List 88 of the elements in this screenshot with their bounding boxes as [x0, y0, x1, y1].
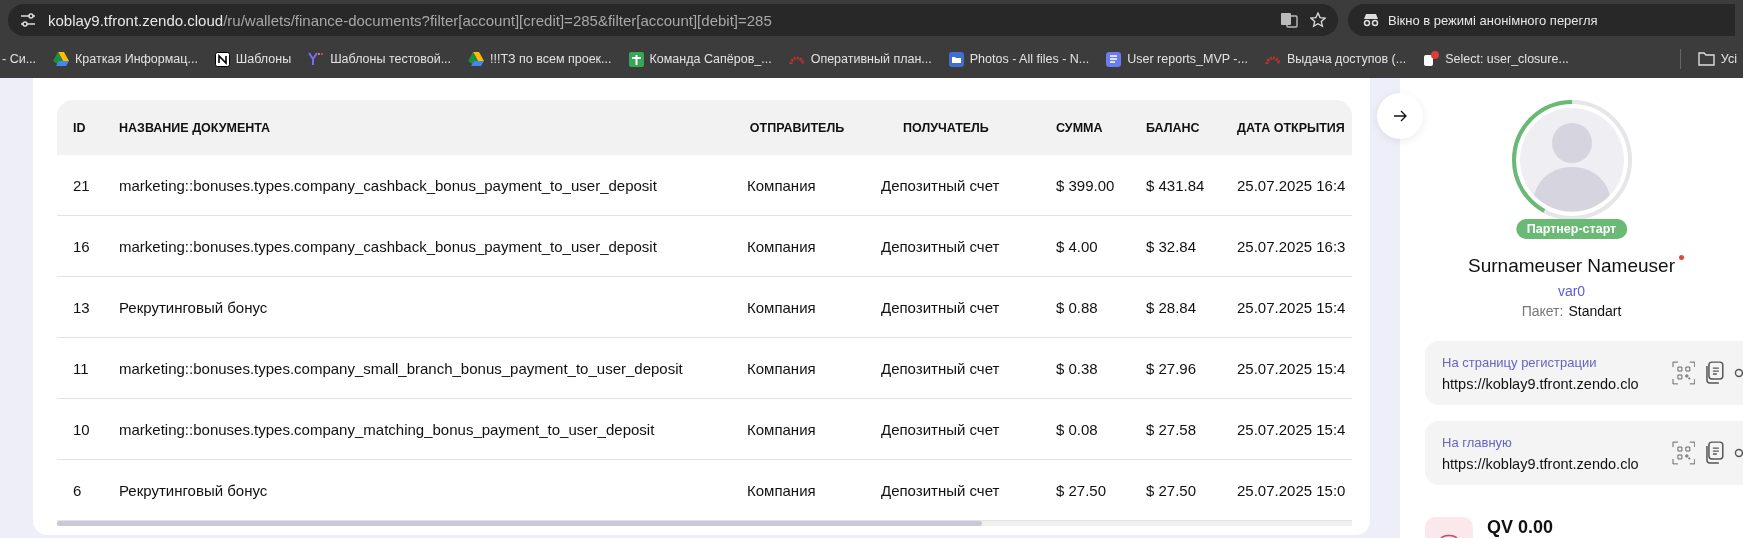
link-icon[interactable]	[1733, 368, 1743, 378]
table-cell: Депозитный счет	[867, 216, 1042, 277]
y-icon	[308, 52, 325, 66]
arrow-right-icon	[1393, 110, 1407, 122]
incognito-button[interactable]: Вікно в режимі анонімного перегля	[1348, 4, 1735, 36]
sheet-icon	[628, 51, 644, 67]
tune-icon[interactable]	[20, 13, 36, 27]
table-cell: 25.07.2025 15:4	[1224, 399, 1352, 460]
bookmark[interactable]: Шаблоны тестовой...	[308, 52, 452, 66]
table-cell: marketing::bonuses.types.company_cashback_bonus_payment_to_user_deposit	[107, 155, 727, 216]
link-icon[interactable]	[1733, 448, 1743, 458]
bookmark-folder[interactable]: Усі	[1697, 52, 1737, 66]
link-url: https://koblay9.tfront.zendo.clo	[1442, 375, 1640, 392]
table-cell: 25.07.2025 16:3	[1224, 216, 1352, 277]
link-label: На главную	[1442, 434, 1513, 450]
package-label: Пакет:	[1521, 303, 1564, 319]
column-header: БАЛАНС	[1132, 100, 1224, 155]
table-cell: 25.07.2025 15:4	[1224, 277, 1352, 338]
bookmark[interactable]: Команда Сапёров_...	[628, 51, 772, 67]
table-cell: $ 27.96	[1132, 338, 1224, 399]
table-cell: Рекрутинговый бонус	[107, 277, 727, 338]
incognito-icon	[1362, 13, 1380, 27]
table-cell: Депозитный счет	[867, 155, 1042, 216]
table-cell: $ 0.88	[1042, 277, 1132, 338]
table-cell: $ 4.00	[1042, 216, 1132, 277]
bookmark[interactable]: User reports_MVP -...	[1106, 51, 1248, 67]
table-cell: marketing::bonuses.types.company_cashback_bonus_payment_to_user_deposit	[107, 216, 727, 277]
rank-badge: Партнер-старт	[1515, 219, 1628, 239]
copy-icon[interactable]	[1703, 441, 1726, 465]
table-cell: $ 0.08	[1042, 399, 1132, 460]
table-cell: Депозитный счет	[867, 338, 1042, 399]
package-value: Standart	[1568, 303, 1622, 319]
folder-icon	[1697, 52, 1715, 66]
user-name: Surnameuser Nameuser	[1468, 255, 1675, 277]
table-cell: Компания	[727, 216, 867, 277]
table-cell: $ 431.84	[1132, 155, 1224, 216]
user-login[interactable]: var0	[1557, 283, 1586, 299]
qv-value: QV 0.00	[1487, 517, 1554, 538]
table-cell: $ 32.84	[1132, 216, 1224, 277]
notion-icon	[214, 51, 230, 67]
table-cell: marketing::bonuses.types.company_small_branch_bonus_payment_to_user_deposit	[107, 338, 727, 399]
table-cell: Компания	[727, 277, 867, 338]
document-icon	[1106, 51, 1122, 67]
column-header: ДАТА ОТКРЫТИЯ	[1224, 100, 1352, 155]
table-cell: Компания	[727, 399, 867, 460]
folder-icon	[948, 51, 964, 67]
table-cell: $ 399.00	[1042, 155, 1132, 216]
drive-icon	[468, 52, 485, 66]
table-cell: 11	[57, 338, 107, 399]
drive-icon	[53, 52, 70, 66]
bookmark[interactable]: !!!ТЗ по всем проек...	[468, 52, 612, 66]
table-cell: 13	[57, 277, 107, 338]
bookmark[interactable]: Шаблоны	[214, 51, 292, 67]
translate-icon[interactable]	[1280, 12, 1298, 28]
star-icon[interactable]	[1310, 12, 1326, 28]
link-url: https://koblay9.tfront.zendo.clo	[1442, 455, 1640, 472]
table-cell: Компания	[727, 338, 867, 399]
table-cell: 21	[57, 155, 107, 216]
table-cell: Компания	[727, 155, 867, 216]
expand-button[interactable]	[1377, 93, 1423, 139]
url-text: koblay9.tfront.zendo.cloud/ru/wallets/finance-documents?filter[account][credit]=285&filter[account][debit]=285	[48, 11, 773, 29]
table-cell: $ 27.58	[1132, 399, 1224, 460]
column-header: СУММА	[1042, 100, 1132, 155]
table-cell: 16	[57, 216, 107, 277]
table-cell: 25.07.2025 16:4	[1224, 155, 1352, 216]
column-header: ID	[57, 100, 107, 155]
column-header: НАЗВАНИЕ ДОКУМЕНТА	[107, 100, 727, 155]
table-cell: 25.07.2025 15:4	[1224, 338, 1352, 399]
table-cell: 10	[57, 399, 107, 460]
bookmark[interactable]: Photos - All files - N...	[948, 51, 1090, 67]
table-cell: Депозитный счет	[867, 277, 1042, 338]
table-cell: marketing::bonuses.types.company_matching_bonus_payment_to_user_deposit	[107, 399, 727, 460]
table-cell: Депозитный счет	[867, 399, 1042, 460]
bookmark[interactable]: Оперативный план...	[788, 52, 932, 66]
column-header: ПОЛУЧАТЕЛЬ	[867, 100, 1042, 155]
qr-code-icon[interactable]	[1671, 361, 1696, 385]
qr-code-icon[interactable]	[1671, 441, 1696, 465]
bookmark[interactable]: Select: user_closure...	[1423, 51, 1569, 67]
scrollbar[interactable]	[57, 521, 1352, 526]
bookmark[interactable]: Краткая Информац...	[53, 52, 198, 66]
table-cell: $ 28.84	[1132, 277, 1224, 338]
table-cell: $ 0.38	[1042, 338, 1132, 399]
column-header: ОТПРАВИТЕЛЬ	[727, 100, 867, 155]
link-label: На страницу регистрации	[1442, 354, 1598, 370]
copy-icon[interactable]	[1703, 361, 1726, 385]
bookmark[interactable]: - Си...	[2, 52, 37, 66]
bookmark[interactable]: Выдача доступов (...	[1264, 52, 1407, 66]
address-bar[interactable]: koblay9.tfront.zendo.cloud/ru/wallets/finance-documents?filter[account][credit]=285&filter[account][debit]=285	[8, 4, 1338, 36]
